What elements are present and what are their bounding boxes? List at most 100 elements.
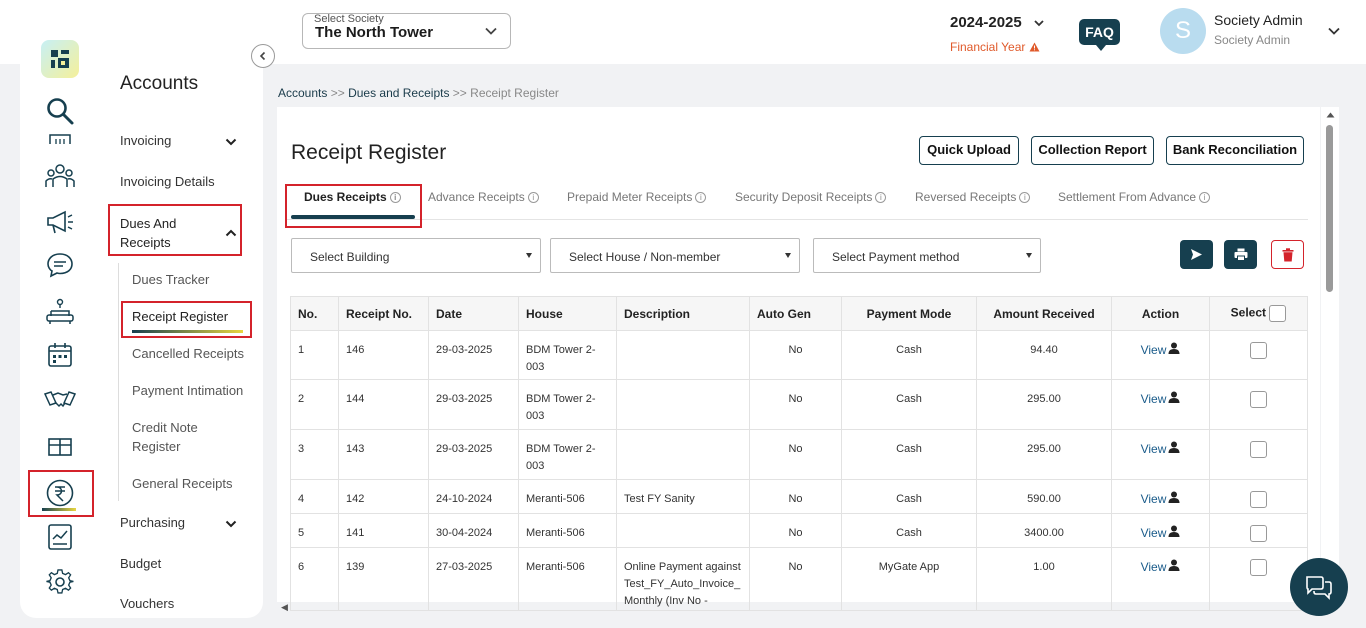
chat-support-button[interactable] (1290, 558, 1348, 616)
cell-amount: 590.00 (976, 479, 1112, 514)
row-select-checkbox[interactable] (1250, 391, 1267, 408)
select-all-checkbox[interactable] (1269, 305, 1287, 322)
breadcrumb-accounts[interactable]: Accounts (278, 86, 327, 100)
cell-date: 29-03-2025 (428, 330, 519, 380)
row-select-checkbox[interactable] (1250, 342, 1267, 359)
cell-amount: 3400.00 (976, 513, 1112, 548)
tab-prepaid-meter-receipts[interactable]: Prepaid Meter Receipts i (567, 190, 707, 204)
view-link[interactable]: View (1141, 392, 1167, 406)
cell-date: 29-03-2025 (428, 429, 519, 480)
cell-description: Test FY Sanity (616, 479, 750, 514)
people-icon[interactable] (44, 160, 76, 192)
table-row: 4 142 24-10-2024 Meranti-506 Test FY Sanity N… (290, 479, 1308, 514)
menu-item-purchasing[interactable]: Purchasing (120, 515, 185, 530)
delete-button[interactable] (1271, 240, 1304, 269)
building-icon[interactable] (44, 127, 76, 145)
menu-item-invoicing[interactable]: Invoicing (120, 133, 171, 148)
submenu-item-payment-intimation[interactable]: Payment Intimation (132, 381, 243, 400)
society-select[interactable]: Select Society The North Tower (302, 13, 511, 49)
cell-no: 3 (290, 429, 339, 480)
chevron-down-icon[interactable] (224, 135, 238, 149)
calendar-icon[interactable] (44, 339, 76, 371)
tab-dues-receipts[interactable]: Dues Receipts i (304, 190, 401, 204)
breadcrumb-dues-and-receipts[interactable]: Dues and Receipts (348, 86, 449, 100)
faq-button[interactable]: FAQ (1079, 19, 1120, 51)
active-tab-indicator (291, 215, 415, 219)
view-link[interactable]: View (1141, 343, 1167, 357)
tab-reversed-receipts[interactable]: Reversed Receipts i (915, 190, 1031, 204)
tab-settlement-from-advance[interactable]: Settlement From Advance i (1058, 190, 1211, 204)
megaphone-icon[interactable] (44, 205, 76, 237)
quick-upload-button[interactable]: Quick Upload (919, 136, 1019, 165)
breadcrumb-current: Receipt Register (470, 86, 559, 100)
cell-description: Online Payment against Test_FY_Auto_Invo… (616, 547, 750, 611)
view-link[interactable]: View (1141, 526, 1167, 540)
tab-security-deposit-receipts[interactable]: Security Deposit Receipts i (735, 190, 887, 204)
menu-item-budget[interactable]: Budget (120, 556, 161, 571)
search-icon[interactable] (44, 95, 76, 127)
row-select-checkbox[interactable] (1250, 491, 1267, 508)
submenu-item-receipt-register[interactable]: Receipt Register (132, 307, 228, 326)
bank-reconciliation-button[interactable]: Bank Reconciliation (1166, 136, 1304, 165)
financial-year-selector[interactable]: 2024-2025 Financial Year (950, 14, 1044, 54)
cell-amount: 295.00 (976, 379, 1112, 430)
cell-mode: Cash (841, 429, 977, 480)
cell-no: 2 (290, 379, 339, 430)
view-link[interactable]: View (1141, 442, 1167, 456)
column-header-amount-received[interactable]: Amount Received (976, 296, 1112, 331)
menu-item-vouchers[interactable]: Vouchers (120, 596, 174, 611)
user-icon (1168, 525, 1180, 537)
select-house-dropdown[interactable]: Select House / Non-member (550, 238, 800, 273)
submenu-item-general-receipts[interactable]: General Receipts (132, 474, 232, 493)
row-select-checkbox[interactable] (1250, 525, 1267, 542)
report-icon[interactable] (44, 521, 76, 553)
submenu-item-cancelled-receipts[interactable]: Cancelled Receipts (132, 344, 244, 363)
gift-icon[interactable] (44, 429, 76, 461)
handshake-icon[interactable] (44, 383, 76, 415)
user-name[interactable]: Society Admin (1214, 12, 1303, 28)
tab-advance-receipts[interactable]: Advance Receipts i (428, 190, 539, 204)
collection-report-button[interactable]: Collection Report (1031, 136, 1154, 165)
column-header-receipt-no[interactable]: Receipt No. (338, 296, 429, 331)
cell-select (1209, 429, 1308, 480)
app-logo[interactable] (41, 40, 79, 78)
send-button[interactable] (1180, 240, 1213, 269)
cell-select (1209, 379, 1308, 430)
caret-down-icon (785, 253, 791, 258)
submenu-item-dues-tracker[interactable]: Dues Tracker (132, 270, 209, 289)
print-icon (1234, 248, 1247, 261)
chevron-down-icon[interactable] (224, 517, 238, 531)
cell-mode: Cash (841, 513, 977, 548)
trash-icon (1282, 247, 1293, 261)
chevron-up-icon[interactable] (224, 226, 238, 240)
column-header-description: Description (616, 296, 750, 331)
scroll-up-icon[interactable] (1326, 112, 1335, 118)
scrollbar-thumb[interactable] (1326, 125, 1333, 292)
rupee-icon[interactable] (44, 477, 76, 509)
scroll-left-icon[interactable]: ◀ (281, 602, 288, 613)
menu-item-invoicing-details[interactable]: Invoicing Details (120, 174, 215, 189)
sofa-icon[interactable] (44, 295, 76, 327)
column-header-date[interactable]: Date (428, 296, 519, 331)
cell-no: 5 (290, 513, 339, 548)
column-header-payment-mode: Payment Mode (841, 296, 977, 331)
column-header-house[interactable]: House (518, 296, 617, 331)
row-select-checkbox[interactable] (1250, 441, 1267, 458)
row-select-checkbox[interactable] (1250, 559, 1267, 576)
cell-autogen: No (749, 513, 842, 548)
gear-icon[interactable] (44, 566, 76, 598)
submenu-item-credit-note-register[interactable]: Credit Note Register (132, 418, 212, 456)
menu-item-dues-and-receipts[interactable]: Dues And Receipts (120, 214, 200, 252)
view-link[interactable]: View (1141, 560, 1167, 574)
tab-label: Dues Receipts (304, 190, 387, 204)
chat-icon[interactable] (44, 249, 76, 281)
chevron-down-icon[interactable] (1327, 24, 1341, 38)
select-building-dropdown[interactable]: Select Building (291, 238, 541, 273)
select-payment-method-dropdown[interactable]: Select Payment method (813, 238, 1041, 273)
sidebar-collapse-button[interactable] (251, 44, 275, 68)
avatar[interactable]: S (1160, 8, 1206, 54)
submenu-active-indicator (132, 330, 243, 333)
tab-label: Reversed Receipts (915, 190, 1017, 204)
view-link[interactable]: View (1141, 492, 1167, 506)
print-button[interactable] (1224, 240, 1257, 269)
